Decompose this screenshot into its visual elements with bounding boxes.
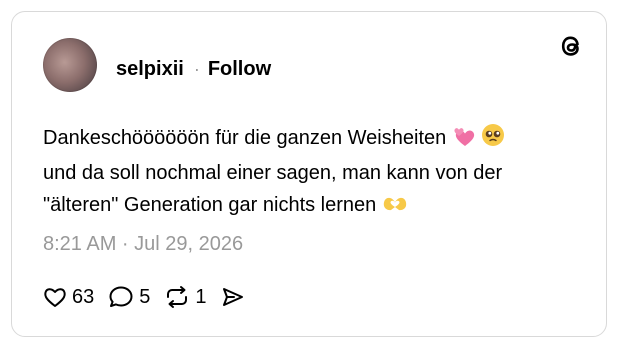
post-card: selpixii · Follow Dankeschöööööön für di… bbox=[11, 11, 607, 337]
share-button[interactable] bbox=[221, 285, 245, 309]
separator-dot: · bbox=[193, 58, 200, 79]
send-icon bbox=[222, 288, 243, 306]
two-hearts-emoji bbox=[452, 125, 476, 157]
post-header: selpixii · Follow bbox=[116, 57, 271, 81]
repost-icon bbox=[167, 286, 188, 308]
pleading-face-emoji bbox=[481, 123, 505, 157]
speech-bubble-icon bbox=[109, 286, 133, 307]
reply-count: 5 bbox=[139, 285, 151, 308]
repost-button[interactable]: 1 bbox=[164, 285, 207, 309]
heart-icon bbox=[44, 288, 66, 307]
post-text-line: und da soll nochmal einer sagen, man kan… bbox=[43, 157, 583, 189]
threads-logo-icon[interactable] bbox=[557, 32, 585, 60]
post-timestamp[interactable]: 8:21 AM · Jul 29, 2026 bbox=[43, 233, 243, 256]
like-button[interactable]: 63 bbox=[43, 286, 94, 309]
post-text-line: "älteren" Generation gar nichts lernen bbox=[43, 189, 583, 224]
post-text-segment: Dankeschöööööön für die ganzen Weisheite… bbox=[43, 127, 447, 149]
username[interactable]: selpixii bbox=[116, 58, 184, 81]
heart-hands-emoji bbox=[382, 192, 408, 224]
repost-count: 1 bbox=[195, 285, 207, 308]
like-count: 63 bbox=[72, 285, 95, 308]
post-text: Dankeschöööööön für die ganzen Weisheite… bbox=[43, 122, 583, 224]
post-text-segment: und da soll nochmal einer sagen, man kan… bbox=[43, 162, 503, 184]
action-bar: 63 5 1 bbox=[43, 283, 259, 311]
reply-button[interactable]: 5 bbox=[108, 285, 150, 309]
post-text-segment: "älteren" Generation gar nichts lernen bbox=[43, 194, 377, 216]
post-text-line: Dankeschöööööön für die ganzen Weisheite… bbox=[43, 122, 583, 157]
follow-button[interactable]: Follow bbox=[208, 58, 271, 81]
avatar[interactable] bbox=[43, 38, 97, 92]
